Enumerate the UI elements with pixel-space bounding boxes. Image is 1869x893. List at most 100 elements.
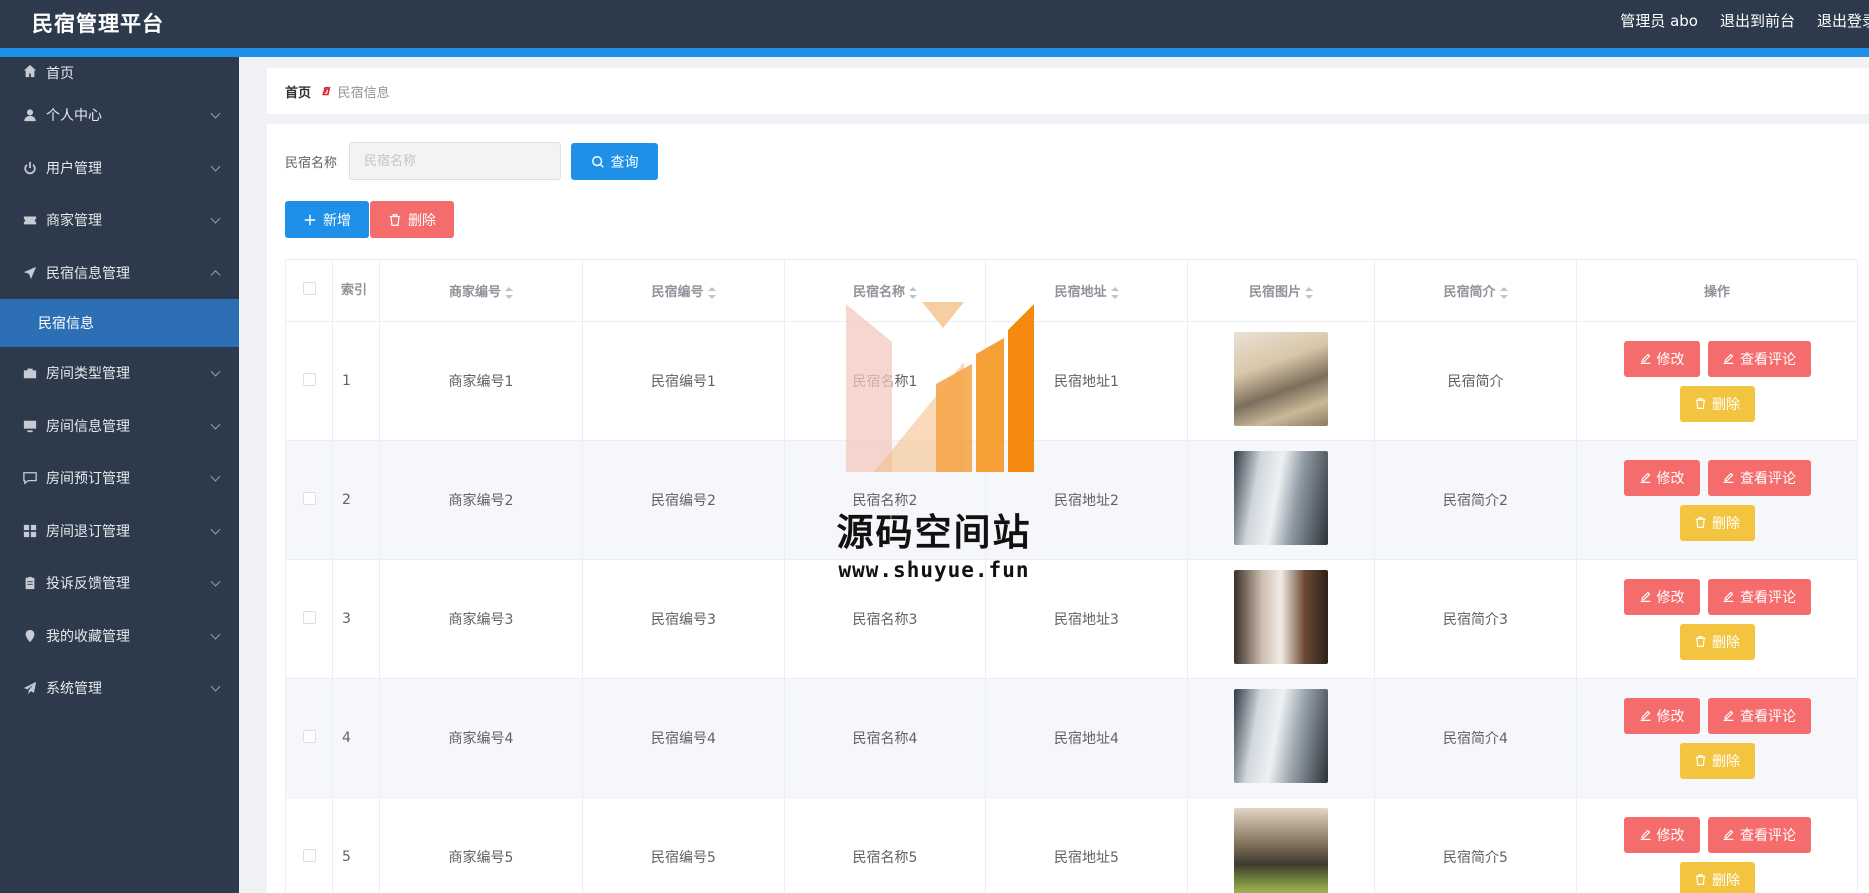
row-checkbox[interactable] <box>302 729 316 743</box>
cell-homestay-name: 民宿名称1 <box>784 321 986 441</box>
row-checkbox[interactable] <box>302 372 316 386</box>
sidebar-item-complaint-management[interactable]: 投诉反馈管理 <box>0 557 239 610</box>
sort-icon[interactable] <box>1110 286 1119 299</box>
header-actions: 操作 <box>1576 259 1858 322</box>
chevron-down-icon <box>210 681 221 692</box>
sort-icon[interactable] <box>909 286 917 299</box>
cell-homestay-no: 民宿编号1 <box>582 321 785 441</box>
sidebar-item-user-management[interactable]: 用户管理 <box>0 142 239 195</box>
homestay-thumbnail[interactable] <box>1234 689 1328 783</box>
cell-homestay-intro: 民宿简介 <box>1374 321 1577 441</box>
select-all-cell[interactable] <box>285 259 333 322</box>
cell-homestay-no: 民宿编号3 <box>582 559 785 679</box>
sidebar-item-label: 房间类型管理 <box>46 366 130 383</box>
header-homestay-image[interactable]: 民宿图片 <box>1187 259 1375 322</box>
edit-icon <box>1640 353 1650 364</box>
edit-button[interactable]: 修改 <box>1623 697 1700 734</box>
sidebar-item-merchant-management[interactable]: 商家管理 <box>0 194 239 247</box>
logout-link[interactable]: 退出登录 <box>1817 10 1869 31</box>
table-row: 2 商家编号2 民宿编号2 民宿名称2 民宿地址2 民宿简介2 修改 查看评论 … <box>285 440 1858 560</box>
homestay-thumbnail[interactable] <box>1234 451 1328 545</box>
homestay-thumbnail[interactable] <box>1234 808 1328 893</box>
sidebar-item-system-management[interactable]: 系统管理 <box>0 662 239 715</box>
sidebar-item-room-info-management[interactable]: 房间信息管理 <box>0 400 239 453</box>
table-row: 5 商家编号5 民宿编号5 民宿名称5 民宿地址5 民宿简介5 修改 查看评论 … <box>285 797 1858 893</box>
trash-icon <box>1695 755 1706 766</box>
delete-row-button[interactable]: 删除 <box>1679 861 1755 893</box>
chevron-down-icon <box>210 108 221 119</box>
header-homestay-address[interactable]: 民宿地址 <box>985 259 1188 322</box>
exit-to-front-link[interactable]: 退出到前台 <box>1720 10 1795 31</box>
sidebar-item-personal-center[interactable]: 个人中心 <box>0 89 239 142</box>
view-comments-button[interactable]: 查看评论 <box>1707 578 1811 615</box>
header-homestay-no[interactable]: 民宿编号 <box>582 259 785 322</box>
batch-delete-button[interactable]: 删除 <box>370 201 454 238</box>
view-comments-button[interactable]: 查看评论 <box>1707 340 1811 377</box>
plus-icon <box>304 214 316 225</box>
cell-merchant-no: 商家编号1 <box>379 321 583 441</box>
cell-homestay-intro: 民宿简介4 <box>1374 678 1577 798</box>
cell-homestay-no: 民宿编号2 <box>582 440 785 560</box>
homestay-thumbnail[interactable] <box>1234 570 1328 664</box>
table-row: 4 商家编号4 民宿编号4 民宿名称4 民宿地址4 民宿简介4 修改 查看评论 … <box>285 678 1858 798</box>
view-comments-button[interactable]: 查看评论 <box>1707 816 1811 853</box>
sidebar-item-room-booking-management[interactable]: 房间预订管理 <box>0 452 239 505</box>
main-card: 民宿名称 查询 新增 删除 索引 商家编号 民宿编号 民宿名称 民宿地址 民宿图… <box>267 124 1869 893</box>
edit-button[interactable]: 修改 <box>1623 459 1700 496</box>
view-comments-button[interactable]: 查看评论 <box>1707 697 1811 734</box>
cell-homestay-name: 民宿名称3 <box>784 559 986 679</box>
edit-button[interactable]: 修改 <box>1623 816 1700 853</box>
header-homestay-name[interactable]: 民宿名称 <box>784 259 986 322</box>
sidebar-item-homestay-info[interactable]: 民宿信息 <box>0 299 239 347</box>
edit-button[interactable]: 修改 <box>1623 340 1700 377</box>
sidebar-item-favorites-management[interactable]: 我的收藏管理 <box>0 610 239 663</box>
chevron-down-icon <box>210 161 221 172</box>
delete-row-button[interactable]: 删除 <box>1679 504 1755 541</box>
sort-icon[interactable] <box>1305 286 1313 299</box>
add-button[interactable]: 新增 <box>285 201 369 238</box>
header-actions: 管理员 abo 退出到前台 退出登录 <box>1620 10 1869 31</box>
sidebar-item-homestay-info-management[interactable]: 民宿信息管理 <box>0 247 239 300</box>
cell-homestay-image <box>1187 559 1375 679</box>
row-checkbox[interactable] <box>302 848 316 862</box>
sidebar-item-room-cancel-management[interactable]: 房间退订管理 <box>0 505 239 558</box>
delete-row-button[interactable]: 删除 <box>1679 623 1755 660</box>
sort-icon[interactable] <box>505 286 513 299</box>
select-all-checkbox[interactable] <box>302 282 316 295</box>
cell-homestay-address: 民宿地址3 <box>985 559 1188 679</box>
sidebar-item-label: 房间退订管理 <box>46 523 130 540</box>
query-button[interactable]: 查询 <box>571 143 658 180</box>
table-header-row: 索引 商家编号 民宿编号 民宿名称 民宿地址 民宿图片 民宿简介 操作 <box>285 259 1858 322</box>
table-row: 1 商家编号1 民宿编号1 民宿名称1 民宿地址1 民宿简介 修改 查看评论 删… <box>285 321 1858 441</box>
cell-homestay-no: 民宿编号4 <box>582 678 785 798</box>
row-checkbox[interactable] <box>302 610 316 624</box>
cell-index: 1 <box>332 321 380 441</box>
admin-label: 管理员 abo <box>1620 12 1698 30</box>
header-merchant-no[interactable]: 商家编号 <box>379 259 583 322</box>
delete-row-button[interactable]: 删除 <box>1679 385 1755 422</box>
view-comments-button[interactable]: 查看评论 <box>1707 459 1811 496</box>
cell-merchant-no: 商家编号5 <box>379 797 583 893</box>
row-checkbox[interactable] <box>302 491 316 505</box>
search-input[interactable] <box>349 142 561 180</box>
cell-homestay-address: 民宿地址5 <box>985 797 1188 893</box>
edit-icon <box>1723 353 1734 364</box>
breadcrumb-home[interactable]: 首页 <box>285 82 311 101</box>
chat-icon <box>22 470 38 486</box>
top-header: 民宿管理平台 管理员 abo 退出到前台 退出登录 <box>0 0 1869 57</box>
sort-icon[interactable] <box>707 286 716 299</box>
sidebar-item-label: 民宿信息 <box>38 316 94 332</box>
cell-merchant-no: 商家编号4 <box>379 678 583 798</box>
sidebar-item-home[interactable]: 首页 <box>0 57 239 89</box>
edit-icon <box>1640 829 1650 840</box>
cell-homestay-intro: 民宿简介5 <box>1374 797 1577 893</box>
sort-icon[interactable] <box>1499 286 1508 299</box>
cell-homestay-intro: 民宿简介3 <box>1374 559 1577 679</box>
cell-actions: 修改 查看评论 删除 <box>1576 678 1858 798</box>
delete-row-button[interactable]: 删除 <box>1679 742 1755 779</box>
header-homestay-intro[interactable]: 民宿简介 <box>1374 259 1577 322</box>
edit-button[interactable]: 修改 <box>1623 578 1700 615</box>
homestay-thumbnail[interactable] <box>1234 332 1328 426</box>
sidebar-item-room-type-management[interactable]: 房间类型管理 <box>0 347 239 400</box>
cell-homestay-name: 民宿名称5 <box>784 797 986 893</box>
